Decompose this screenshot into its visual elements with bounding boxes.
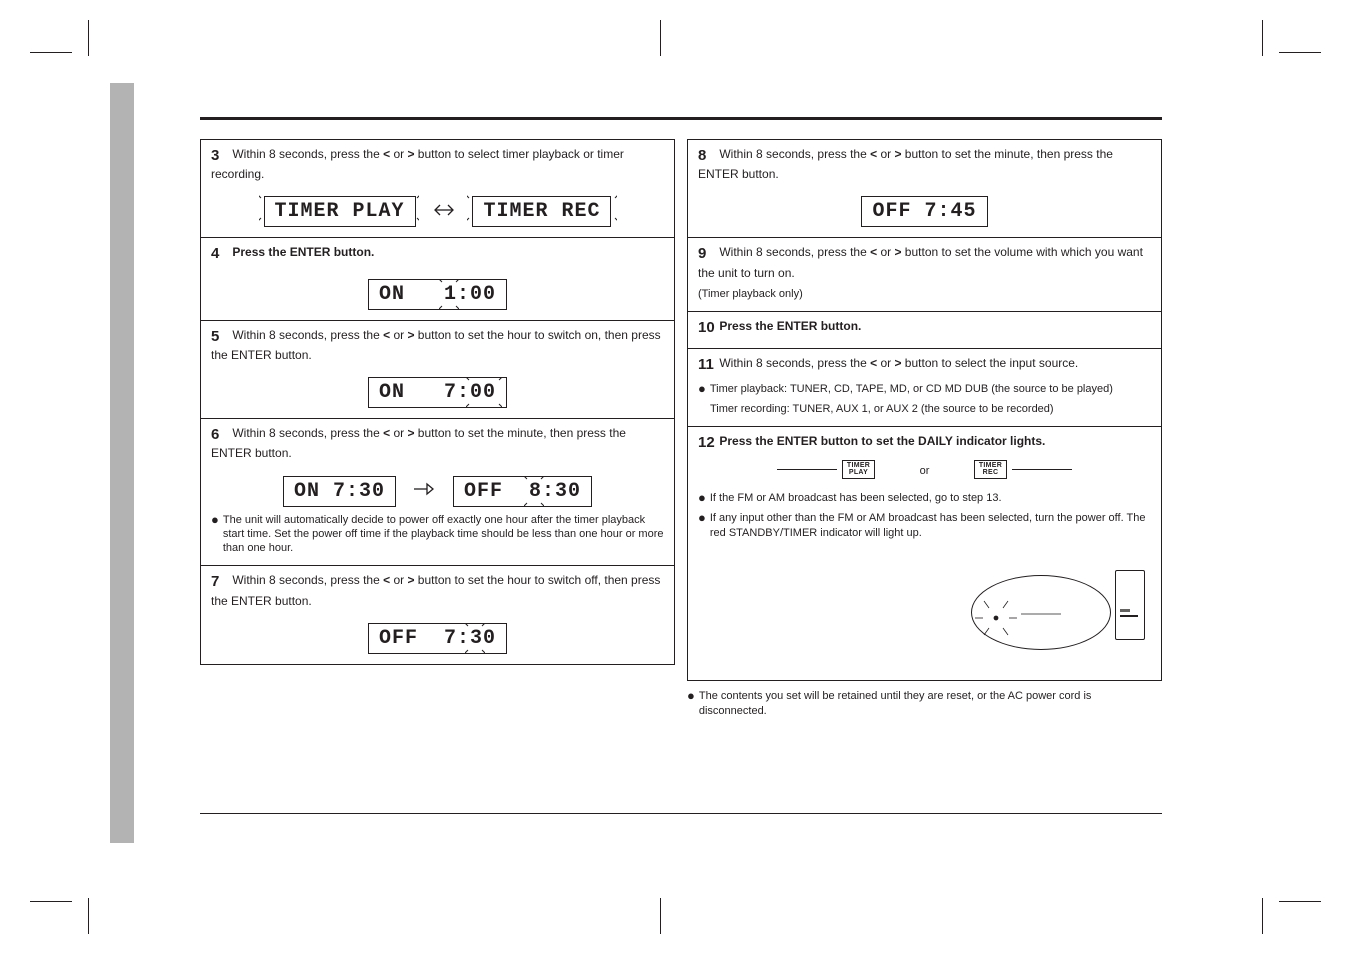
bullet-icon: ● (211, 513, 219, 556)
step-text: Within 8 seconds, press the < or > butto… (698, 245, 1143, 279)
step-5: 5 Within 8 seconds, press the < or > but… (200, 321, 675, 419)
step-note: Timer recording: TUNER, AUX 1, or AUX 2 … (698, 402, 1151, 416)
crop-mark (88, 898, 89, 934)
indicator-row: TIMERPLAY or TIMERREC (698, 460, 1151, 480)
display-off-time: OFF 7:45 (861, 196, 987, 227)
step-number: 5 (211, 327, 229, 347)
step-number: 9 (698, 244, 716, 264)
crop-mark (88, 20, 89, 56)
step-number: 3 (211, 146, 229, 166)
step-note: ● The unit will automatically decide to … (211, 513, 664, 556)
content-area: 3 Within 8 seconds, press the < or > but… (200, 113, 1162, 817)
step-number: 12 (698, 433, 716, 453)
blink-marks (467, 194, 617, 222)
step-note: ● If any input other than the FM or AM b… (698, 511, 1151, 540)
step-text: Within 8 seconds, press the < or > butto… (211, 426, 626, 460)
crop-mark (1262, 20, 1263, 56)
double-arrow-icon (430, 201, 458, 224)
step-10: 10 Press the ENTER button. (687, 312, 1162, 349)
step-number: 8 (698, 146, 716, 166)
step-subnote: (Timer playback only) (698, 287, 1151, 301)
left-column: 3 Within 8 seconds, press the < or > but… (200, 139, 675, 720)
display-on-time: ON 7:00 (368, 377, 507, 408)
crop-mark (660, 20, 661, 56)
bullet-icon: ● (698, 382, 706, 396)
step-11: 11 Within 8 seconds, press the < or > bu… (687, 349, 1162, 427)
remote-icon (1115, 570, 1145, 640)
blink-marks (524, 476, 544, 506)
step-number: 7 (211, 572, 229, 592)
display-timer-play: TIMER PLAY (264, 196, 416, 227)
step-number: 4 (211, 244, 229, 264)
crop-mark (1279, 52, 1321, 53)
step-text: Press the ENTER button. (719, 319, 861, 333)
step-12: 12 Press the ENTER button to set the DAI… (687, 427, 1162, 681)
step-note: ● Timer playback: TUNER, CD, TAPE, MD, o… (698, 382, 1151, 396)
step-text: Within 8 seconds, press the < or > butto… (211, 573, 660, 607)
step-number: 6 (211, 425, 229, 445)
step-number: 11 (698, 355, 716, 375)
indicator-timer-play: TIMERPLAY (842, 460, 875, 479)
crop-mark (1262, 898, 1263, 934)
step-8: 8 Within 8 seconds, press the < or > but… (687, 139, 1162, 238)
step-4: 4 Press the ENTER button. ON 1:00 (200, 238, 675, 320)
crop-mark (660, 898, 661, 934)
bullet-icon: ● (687, 689, 695, 720)
display-off-time: OFF 7:30 (368, 623, 507, 654)
display-on-time: ON 1:00 (368, 279, 507, 310)
step-text: Within 8 seconds, press the < or > butto… (719, 356, 1078, 370)
step-7: 7 Within 8 seconds, press the < or > but… (200, 566, 675, 664)
step-text: Press the ENTER button. (232, 245, 374, 259)
bullet-icon: ● (698, 511, 706, 540)
step-number: 10 (698, 318, 716, 338)
bullet-icon: ● (698, 491, 706, 505)
blink-marks (259, 194, 419, 222)
step-6: 6 Within 8 seconds, press the < or > but… (200, 419, 675, 566)
step-text: Within 8 seconds, press the < or > butto… (211, 147, 624, 181)
display-timer-rec: TIMER REC (472, 196, 611, 227)
step-text: Press the ENTER button to set the DAILY … (719, 434, 1045, 448)
crop-mark (30, 52, 72, 53)
step-text: Within 8 seconds, press the < or > butto… (698, 147, 1113, 181)
crop-mark (30, 901, 72, 902)
top-rule (200, 117, 1162, 120)
step-text: Within 8 seconds, press the < or > butto… (211, 328, 661, 362)
indicator-timer-rec: TIMERREC (974, 460, 1007, 479)
retain-note: ● The contents you set will be retained … (687, 681, 1162, 720)
blink-marks (439, 279, 459, 309)
display-on-time: ON 7:30 (283, 476, 396, 507)
indicator-or-text: or (920, 465, 930, 477)
callout-detail (951, 578, 1111, 658)
illustration (698, 550, 1151, 670)
crop-mark (1279, 901, 1321, 902)
right-arrow-icon (410, 480, 438, 503)
step-note: ● If the FM or AM broadcast has been sel… (698, 491, 1151, 505)
right-column: 8 Within 8 seconds, press the < or > but… (687, 139, 1162, 720)
step-9: 9 Within 8 seconds, press the < or > but… (687, 238, 1162, 312)
side-tab (110, 83, 134, 843)
bottom-rule (200, 813, 1162, 814)
display-off-time: OFF 8:30 (453, 476, 592, 507)
blink-marks (465, 623, 485, 653)
blink-marks (466, 377, 502, 407)
step-3: 3 Within 8 seconds, press the < or > but… (200, 139, 675, 238)
